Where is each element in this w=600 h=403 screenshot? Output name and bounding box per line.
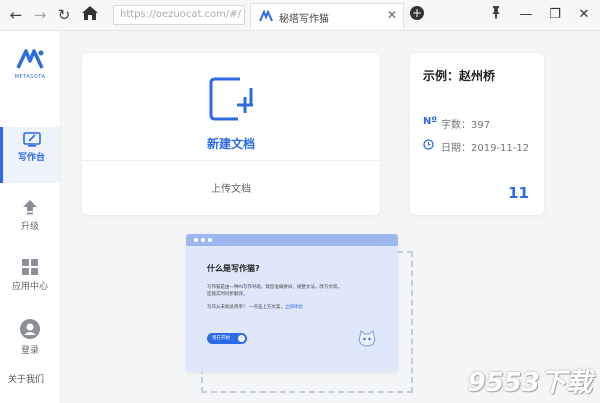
new-document-icon[interactable] (208, 76, 254, 122)
sidebar-item-label: 升级 (20, 222, 39, 232)
example-title: 示例：赵州桥 (423, 69, 496, 83)
word-count-label: 字数： (441, 120, 471, 131)
cat-mascot-icon (358, 330, 376, 347)
home-icon[interactable] (80, 5, 100, 25)
sidebar-item-label: 登录 (20, 346, 39, 356)
word-count: 字数：397 (441, 116, 490, 131)
upload-arrow-icon (23, 200, 37, 215)
example-document-card[interactable]: 示例：赵州桥 Nº 字数：397 日期：2019-11-12 11 (410, 53, 544, 215)
window-dot (208, 238, 212, 242)
example-count: 11 (508, 184, 529, 202)
promo-window-bar (186, 234, 398, 246)
sidebar-item-apps[interactable]: 应用中心 (0, 254, 60, 310)
address-bar[interactable]: https://oezuocat.com/#/ (113, 5, 245, 25)
user-icon (20, 319, 40, 339)
promo-line: 写作猫是由一种AI写作导助，帮您准确拼纠，规整文法，改写文风， (207, 285, 342, 290)
sidebar-item-upgrade[interactable]: 升级 (0, 194, 60, 250)
pin-icon[interactable] (486, 5, 506, 25)
document-date: 日期：2019-11-12 (441, 139, 529, 154)
new-document-button[interactable]: 新建文档 (82, 135, 380, 152)
restore-button[interactable]: ❐ (545, 5, 565, 25)
grid-apps-icon (22, 259, 38, 275)
window-dot (201, 238, 205, 242)
promo-line: 写作从未如此简单！ 一点击上方文案，立即体验 (207, 304, 387, 311)
word-count-icon: Nº (423, 116, 438, 127)
minimize-button[interactable]: — (516, 5, 536, 25)
about-link[interactable]: 关于我们 (8, 372, 44, 385)
date-label: 日期： (441, 143, 471, 154)
promo-line-text: 写作从未如此简单！ 一点击上方文案， (207, 305, 285, 310)
sidebar-item-writing[interactable]: 写作台 (0, 127, 60, 183)
promo-title: 什么是写作猫? (207, 264, 260, 273)
new-document-card: 新建文档 上传文档 (82, 53, 380, 215)
logo-text: METASOTA (14, 74, 46, 80)
promo-text: 写作猫是由一种AI写作导助，帮您准确拼纠，规整文法，改写文风， 还能实时同步翻译… (207, 284, 387, 311)
watermark-logo: 9553下载 (467, 368, 592, 398)
address-text: https://oezuocat.com/#/ (120, 9, 242, 20)
divider (82, 160, 380, 161)
arrow-right-icon: › (238, 335, 245, 342)
reload-icon[interactable]: ↻ (54, 5, 74, 25)
edit-screen-icon (22, 132, 41, 147)
sidebar-item-login[interactable]: 登录 (0, 314, 60, 370)
back-icon[interactable]: ← (6, 5, 26, 25)
promo-line: 还能实时同步翻译。 (207, 292, 248, 297)
app-logo: METASOTA (10, 48, 50, 80)
date-value: 2019-11-12 (471, 143, 530, 154)
word-count-value: 397 (471, 120, 491, 131)
sidebar-item-label: 应用中心 (11, 282, 48, 292)
tab-close-icon[interactable]: ✕ (387, 8, 397, 22)
close-window-button[interactable]: ✕ (574, 5, 594, 25)
forward-icon[interactable]: → (30, 5, 50, 25)
promo-link[interactable]: 立即体验 (285, 305, 303, 310)
browser-tab[interactable]: 秘塔写作猫 ✕ (250, 3, 404, 29)
new-tab-button[interactable]: + (410, 6, 424, 20)
start-now-label: 现在开始 (212, 336, 230, 341)
upload-document-button[interactable]: 上传文档 (82, 180, 380, 195)
tab-title: 秘塔写作猫 (279, 14, 329, 25)
tab-logo-icon (259, 10, 273, 22)
clock-icon (423, 139, 434, 150)
start-now-button[interactable]: 现在开始 › (207, 333, 247, 344)
sidebar-item-label: 写作台 (17, 153, 45, 163)
window-dot (194, 238, 198, 242)
